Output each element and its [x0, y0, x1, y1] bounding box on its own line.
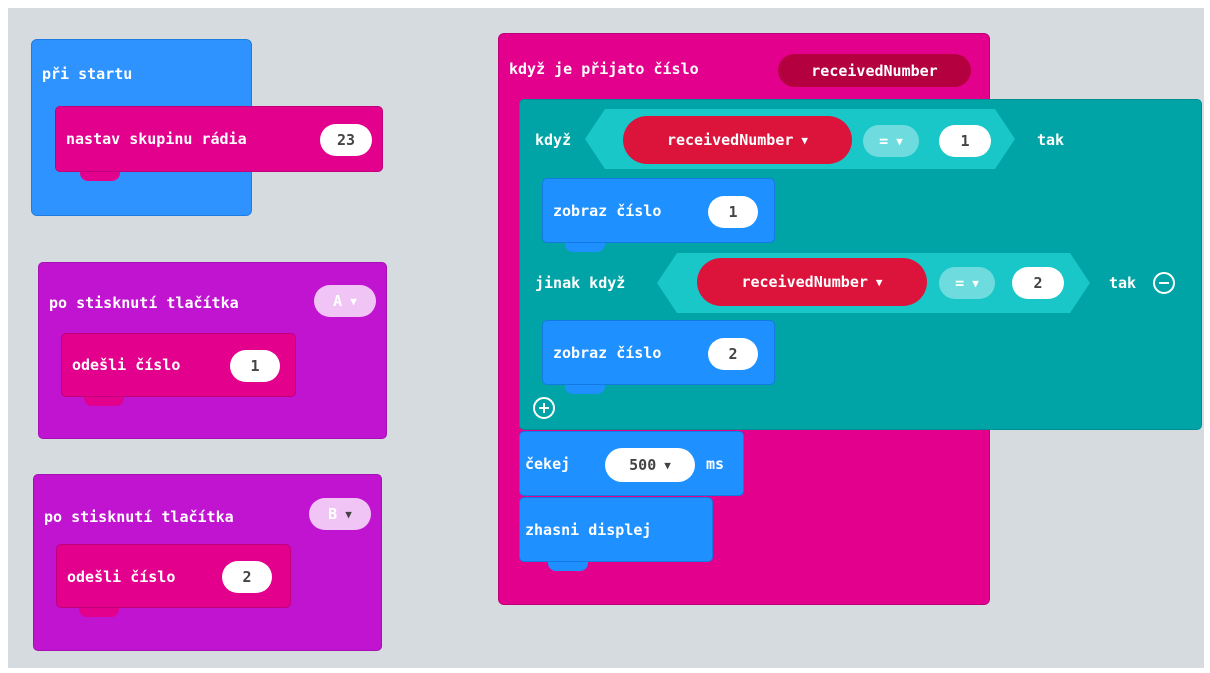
send-number-block-a[interactable]: odešli číslo 1: [61, 333, 296, 406]
on-button-b-block[interactable]: po stisknutí tlačítka B ▼ odešli číslo 2: [33, 474, 382, 651]
show-number-value-1[interactable]: 1: [708, 196, 758, 228]
send-number-block-b[interactable]: odešli číslo 2: [56, 544, 291, 617]
minus-circle-icon[interactable]: [1153, 272, 1175, 294]
operator-1: =: [879, 131, 889, 150]
compare-value-1[interactable]: 1: [939, 125, 991, 157]
button-a-dropdown[interactable]: A ▼: [314, 285, 376, 317]
operator-dropdown-1[interactable]: = ▼: [863, 125, 919, 157]
clear-screen-block[interactable]: zhasni displej: [519, 497, 713, 571]
dropdown-arrow-icon: ▼: [345, 507, 352, 521]
dropdown-arrow-icon: ▼: [972, 276, 979, 290]
variable-dropdown-1[interactable]: receivedNumber ▼: [623, 116, 852, 164]
button-a-value: A: [333, 291, 343, 310]
dropdown-arrow-icon: ▼: [664, 458, 671, 472]
block-notch: [84, 397, 124, 406]
variable-name-2: receivedNumber: [741, 273, 868, 291]
clear-screen-label: zhasni displej: [525, 521, 652, 539]
set-radio-group-label: nastav skupinu rádia: [66, 130, 247, 148]
compare-value-2[interactable]: 2: [1012, 267, 1064, 299]
show-number-label: zobraz číslo: [553, 344, 662, 362]
show-number-block-2[interactable]: zobraz číslo 2: [542, 320, 775, 394]
send-number-label: odešli číslo: [67, 568, 176, 586]
dropdown-arrow-icon: ▼: [875, 275, 883, 289]
dropdown-arrow-icon: ▼: [801, 133, 809, 147]
block-notch: [548, 562, 588, 571]
pause-duration-value: 500: [629, 455, 657, 474]
then-label-1: tak: [1037, 131, 1065, 149]
if-else-block[interactable]: když receivedNumber ▼ = ▼ 1 tak zobraz č…: [519, 99, 1202, 430]
received-number-param-label: receivedNumber: [811, 61, 938, 80]
show-number-label: zobraz číslo: [553, 202, 662, 220]
operator-2: =: [955, 273, 965, 292]
on-start-block[interactable]: při startu nastav skupinu rádia 23: [31, 39, 383, 216]
workspace-canvas[interactable]: při startu nastav skupinu rádia 23 po st…: [8, 8, 1204, 668]
block-notch: [79, 608, 119, 617]
button-b-dropdown[interactable]: B ▼: [309, 498, 371, 530]
button-b-value: B: [328, 504, 338, 523]
plus-circle-icon[interactable]: [533, 397, 555, 419]
button-b-event-label: po stisknutí tlačítka: [44, 508, 234, 526]
pause-duration-dropdown[interactable]: 500 ▼: [605, 448, 695, 482]
on-button-a-block[interactable]: po stisknutí tlačítka A ▼ odešli číslo 1: [38, 262, 387, 439]
pause-block[interactable]: čekej 500 ▼ ms: [519, 431, 744, 496]
set-radio-group-block[interactable]: nastav skupinu rádia 23: [55, 106, 383, 181]
dropdown-arrow-icon: ▼: [896, 134, 903, 148]
block-notch: [565, 243, 605, 252]
dropdown-arrow-icon: ▼: [350, 294, 357, 308]
on-received-number-block[interactable]: když je přijato číslo receivedNumber kdy…: [498, 33, 1202, 605]
send-number-label: odešli číslo: [72, 356, 181, 374]
else-if-label: jinak když: [535, 274, 626, 292]
operator-dropdown-2[interactable]: = ▼: [939, 267, 995, 299]
button-a-event-label: po stisknutí tlačítka: [49, 294, 239, 312]
block-notch: [80, 172, 120, 181]
show-number-block-1[interactable]: zobraz číslo 1: [542, 178, 775, 252]
pause-label: čekej: [525, 455, 571, 473]
variable-dropdown-2[interactable]: receivedNumber ▼: [697, 258, 927, 306]
pause-unit-label: ms: [706, 455, 725, 473]
send-number-value-b[interactable]: 2: [222, 561, 272, 593]
on-received-label: když je přijato číslo: [509, 60, 699, 78]
block-notch: [565, 385, 605, 394]
variable-name-1: receivedNumber: [666, 131, 794, 149]
if-label: když: [535, 131, 572, 149]
on-start-label: při startu: [42, 65, 133, 83]
received-number-param[interactable]: receivedNumber: [778, 54, 971, 87]
show-number-value-2[interactable]: 2: [708, 338, 758, 370]
radio-group-value[interactable]: 23: [320, 124, 372, 156]
send-number-value-a[interactable]: 1: [230, 350, 280, 382]
then-label-2: tak: [1109, 274, 1137, 292]
